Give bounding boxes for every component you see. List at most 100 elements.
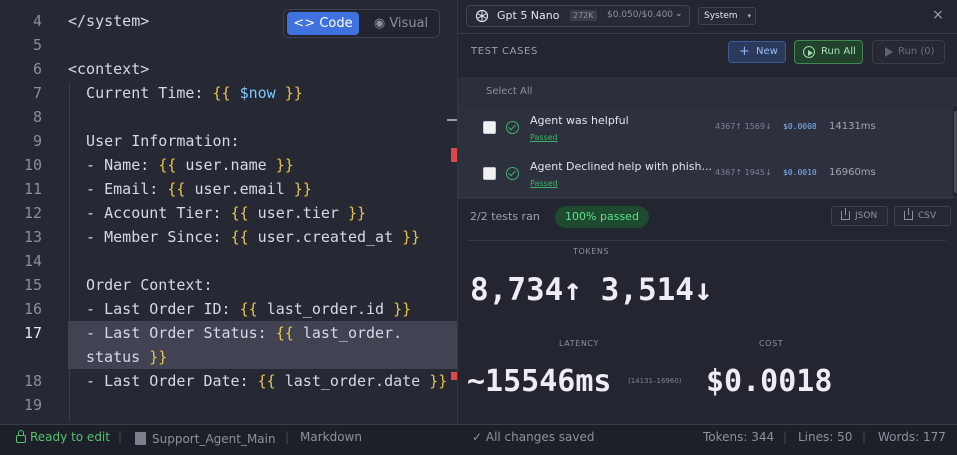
check-circle-icon: [506, 167, 519, 180]
separator: |: [862, 430, 867, 444]
template-brace: }}: [266, 156, 294, 174]
code-line[interactable]: User Information:: [68, 129, 240, 153]
test-cases-heading: TEST CASES: [471, 46, 538, 57]
run-all-label: Run All: [821, 46, 856, 57]
code-token: status: [86, 348, 141, 366]
file-name[interactable]: Support_Agent_Main: [135, 430, 276, 446]
code-line[interactable]: - Email: {{ user.email }}: [68, 177, 312, 201]
check-circle-icon: [506, 121, 519, 134]
code-line[interactable]: <context>: [68, 57, 149, 81]
code-line[interactable]: - Last Order Date: {{ last_order.date }}: [68, 369, 447, 393]
code-view-button[interactable]: <> Code: [287, 12, 359, 35]
code-editor[interactable]: 4 5 6 7 8 9 10 11 12 13 14 15 16 17 18 19 </system> <con…: [0, 0, 457, 424]
line-number: 17: [23, 324, 42, 342]
file-name-label: Support_Agent_Main: [152, 432, 276, 446]
code-line[interactable]: status }}: [86, 345, 167, 369]
test-case-checkbox[interactable]: [483, 167, 496, 180]
code-token: Current Time:: [68, 84, 213, 102]
code-line[interactable]: </system>: [68, 9, 149, 33]
test-case-row[interactable]: Agent Declined help with phish... Passed…: [458, 153, 953, 199]
code-token: - Account Tier:: [68, 204, 231, 222]
download-icon: [904, 208, 913, 220]
pass-rate-badge: 100% passed: [555, 206, 649, 228]
code-line[interactable]: - Last Order ID: {{ last_order.id }}: [68, 297, 411, 321]
select-all-label[interactable]: Select All: [486, 86, 532, 97]
close-button[interactable]: ×: [931, 7, 945, 23]
code-line[interactable]: - Name: {{ user.name }}: [68, 153, 294, 177]
test-case-cost: $0.0008: [783, 122, 817, 131]
play-icon: [883, 46, 895, 58]
export-json-button[interactable]: JSON: [831, 206, 888, 226]
code-token: - Email:: [68, 180, 168, 198]
visual-view-button[interactable]: ◉ Visual: [366, 12, 436, 35]
new-test-button[interactable]: + New: [728, 41, 786, 63]
status-bar: Ready to edit | Support_Agent_Main | Mar…: [0, 424, 957, 455]
line-number: 18: [23, 372, 42, 390]
test-case-status[interactable]: Passed: [530, 179, 558, 188]
template-brace: {{: [158, 156, 186, 174]
run-selected-label: Run (0): [898, 46, 935, 57]
line-number: 6: [32, 60, 42, 78]
separator: |: [285, 430, 290, 444]
template-brace: }}: [275, 84, 303, 102]
edit-status-label: Ready to edit: [30, 430, 110, 444]
close-icon: ×: [932, 7, 944, 23]
code-token: <context>: [68, 60, 150, 78]
line-number: 9: [32, 132, 42, 150]
template-brace: }}: [284, 180, 312, 198]
template-brace: {{: [230, 204, 258, 222]
tests-ran-count: 2/2 tests ran: [470, 210, 540, 223]
latency-value: ~15546ms: [467, 364, 612, 399]
line-count: Lines: 50: [798, 430, 853, 444]
latency-range: (14131–16960): [628, 377, 682, 385]
line-number: 15: [23, 276, 42, 294]
code-line[interactable]: - Last Order Status: {{ last_order.: [68, 321, 402, 345]
run-all-button[interactable]: Run All: [794, 40, 863, 64]
panel-toolbar: Gpt 5 Nano 272K $0.050/$0.400 ⌄ System ▾…: [458, 0, 957, 33]
line-number-gutter: 4 5 6 7 8 9 10 11 12 13 14 15 16 17 18 19: [0, 0, 54, 424]
code-token: last_order.date: [284, 372, 421, 390]
openai-logo-icon: [475, 9, 489, 23]
tokens-value: 8,734↑ 3,514↓: [470, 272, 713, 308]
model-select[interactable]: Gpt 5 Nano 272K $0.050/$0.400 ⌄: [466, 5, 690, 27]
export-csv-button[interactable]: CSV: [894, 206, 951, 226]
latency-label: LATENCY: [559, 339, 599, 348]
line-number: 10: [23, 156, 42, 174]
model-context-badge: 272K: [570, 10, 597, 21]
code-view-label: Code: [319, 16, 353, 31]
template-brace: }}: [420, 372, 448, 390]
line-number: 14: [23, 252, 42, 270]
download-icon: [841, 208, 850, 220]
code-line[interactable]: Order Context:: [68, 273, 212, 297]
view-toggle: <> Code ◉ Visual: [283, 9, 440, 38]
template-brace: }}: [393, 228, 421, 246]
model-price: $0.050/$0.400: [607, 10, 674, 20]
select-all-row[interactable]: Select All: [458, 77, 957, 107]
line-number: 5: [32, 36, 42, 54]
document-icon: [135, 432, 146, 445]
separator: |: [783, 430, 788, 444]
test-case-status[interactable]: Passed: [530, 133, 558, 142]
role-value: System: [704, 11, 738, 21]
test-case-tokens: 4367↑ 1945↓: [715, 168, 772, 177]
test-panel: Gpt 5 Nano 272K $0.050/$0.400 ⌄ System ▾…: [457, 0, 957, 424]
code-line[interactable]: Current Time: {{ $now }}: [68, 81, 303, 105]
role-select[interactable]: System ▾: [698, 7, 756, 25]
line-number: 4: [32, 12, 42, 30]
language-mode[interactable]: Markdown: [300, 430, 362, 444]
divider: [458, 197, 957, 198]
code-line[interactable]: - Account Tier: {{ user.tier }}: [68, 201, 366, 225]
word-count: Words: 177: [878, 430, 946, 444]
code-line[interactable]: - Member Since: {{ user.created_at }}: [68, 225, 420, 249]
template-brace: {{: [257, 372, 285, 390]
line-number: 7: [32, 84, 42, 102]
chevron-down-icon: ▾: [747, 12, 751, 20]
run-selected-button[interactable]: Run (0): [872, 40, 945, 64]
test-case-checkbox[interactable]: [483, 121, 496, 134]
code-token: $now: [239, 84, 276, 102]
visual-view-label: Visual: [389, 16, 429, 31]
test-case-row[interactable]: Agent was helpful Passed 4367↑ 1569↓ $0.…: [458, 107, 953, 153]
plus-icon: +: [739, 44, 750, 59]
cost-label: COST: [759, 339, 784, 348]
line-number: 13: [23, 228, 42, 246]
